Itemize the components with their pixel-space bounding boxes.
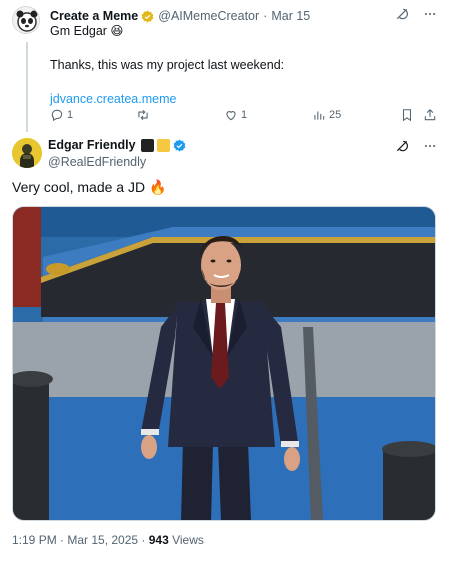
like-button[interactable]: 1	[224, 108, 247, 122]
like-icon	[226, 111, 236, 121]
tweet-date[interactable]: Mar 15	[271, 9, 310, 23]
grok-icon[interactable]	[395, 7, 409, 21]
tweet-meta: 1:19 PM · Mar 15, 2025 · 943 Views	[12, 533, 204, 547]
view-count: 943	[148, 533, 169, 547]
separator: ·	[263, 9, 268, 23]
verified-badge-icon	[173, 139, 185, 151]
reply-button[interactable]: 1	[50, 108, 73, 122]
bookmark-button[interactable]	[400, 108, 414, 122]
reply-icon	[51, 109, 63, 122]
reply-count: 1	[67, 109, 74, 121]
share-button[interactable]	[423, 108, 437, 122]
tweet-line: Gm Edgar 😆	[50, 24, 124, 38]
retweet-icon	[138, 109, 148, 121]
views-count: 25	[329, 109, 342, 121]
retweet-button[interactable]	[136, 108, 153, 122]
tweet-header-actions	[395, 139, 437, 153]
display-name[interactable]: Edgar Friendly	[48, 138, 136, 152]
flag-yellow	[156, 138, 170, 152]
tweet-timestamp[interactable]: 1:19 PM · Mar 15, 2025 ·	[12, 533, 149, 547]
tweet-text: Very cool, made a JD 🔥	[12, 179, 167, 195]
game-render-image	[13, 207, 435, 520]
views-label: Views	[168, 533, 204, 547]
display-name[interactable]: Create a Meme	[50, 9, 138, 23]
tweet-text: Gm Edgar 😆 Thanks, this was my project l…	[50, 23, 437, 108]
tweet-image[interactable]	[12, 206, 436, 521]
views-button[interactable]: 25	[312, 108, 341, 122]
handle[interactable]: @AIMemeCreator	[158, 9, 259, 23]
avatar[interactable]	[12, 138, 42, 168]
avatar[interactable]	[12, 6, 40, 34]
tweet-line: Thanks, this was my project last weekend…	[50, 58, 285, 72]
tweet-link[interactable]: jdvance.createa.meme	[50, 91, 437, 108]
flag-black	[140, 138, 154, 152]
share-icon	[424, 109, 436, 121]
views-icon	[314, 111, 325, 120]
verified-badge-icon	[141, 10, 154, 22]
grok-icon[interactable]	[395, 139, 409, 153]
handle[interactable]: @RealEdFriendly	[48, 155, 146, 169]
like-count: 1	[241, 109, 248, 121]
display-name-row: Edgar Friendly	[48, 138, 186, 152]
more-icon[interactable]	[423, 7, 437, 21]
thread-line	[26, 42, 28, 132]
more-icon[interactable]	[423, 139, 437, 153]
bookmark-icon	[402, 109, 412, 122]
tweet-actions: 1 1 25	[50, 108, 437, 124]
